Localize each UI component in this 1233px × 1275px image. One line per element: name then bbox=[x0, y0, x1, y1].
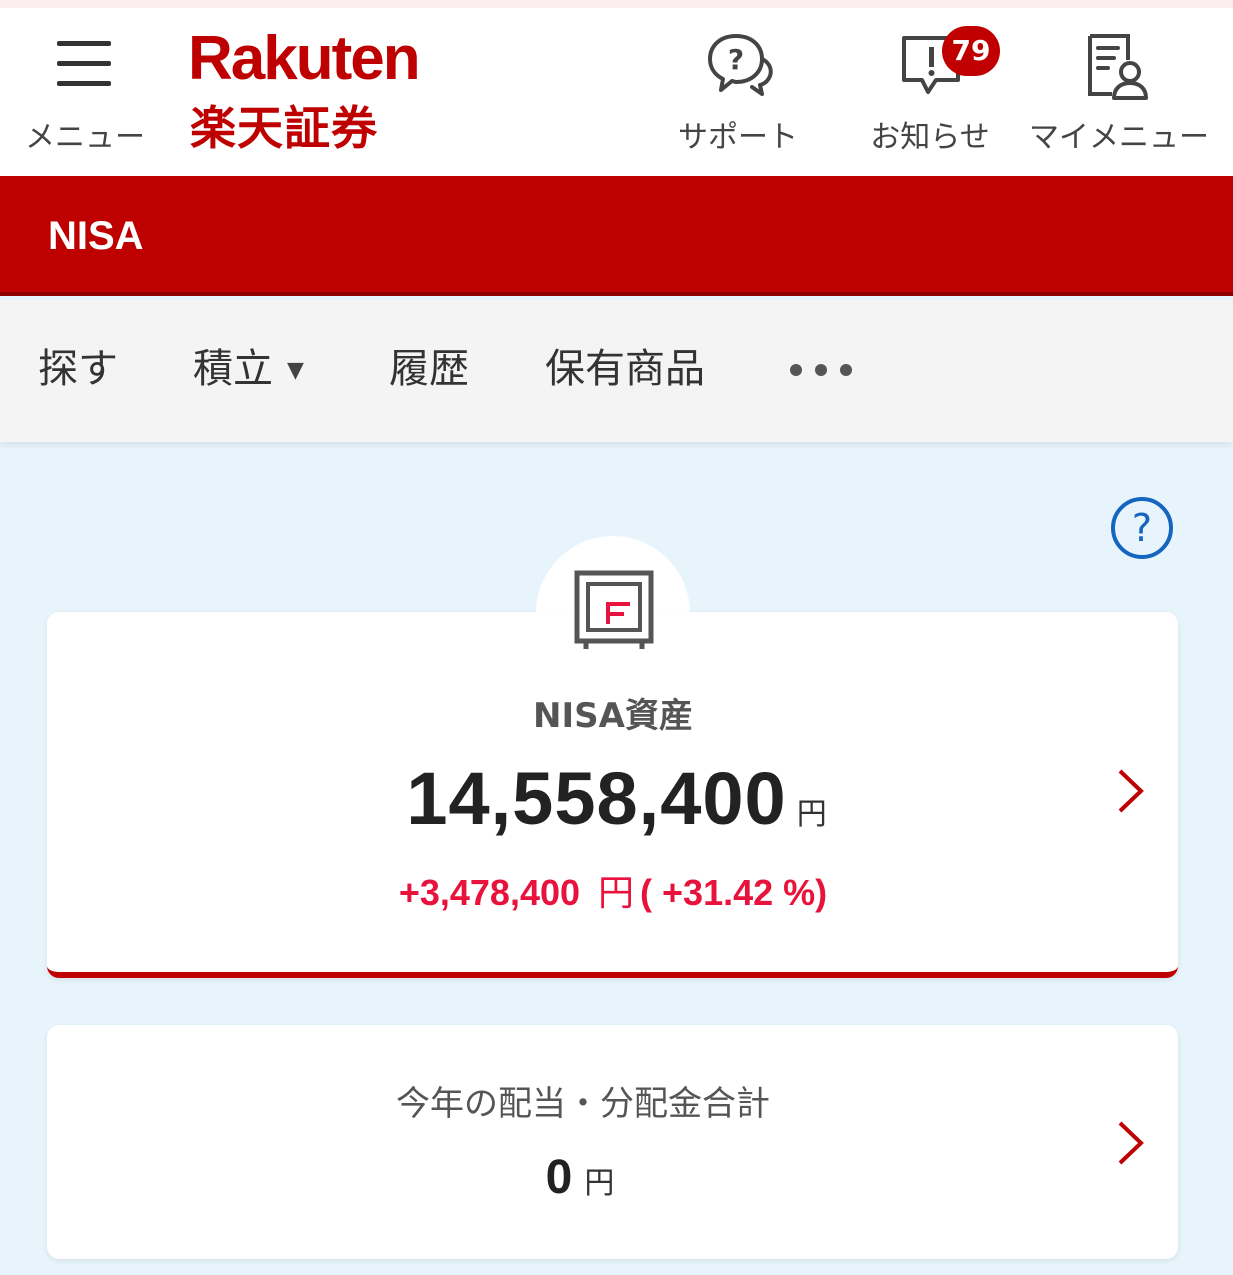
menu-button[interactable]: メニュー bbox=[20, 8, 150, 176]
tab-tsumitate[interactable]: 積立 ▼ bbox=[193, 344, 304, 396]
logo-text-jp: 楽天証券 bbox=[190, 101, 378, 155]
section-header-bar: NISA bbox=[0, 176, 1233, 296]
support-button[interactable]: ? サポート bbox=[670, 8, 806, 176]
logo-text-en: Rakuten bbox=[188, 24, 421, 93]
svg-text:?: ? bbox=[1132, 506, 1152, 550]
chevron-right-icon[interactable] bbox=[1116, 1120, 1146, 1166]
top-accent-strip bbox=[0, 0, 1233, 8]
asset-unit: 円 bbox=[796, 797, 827, 832]
dividend-unit: 円 bbox=[584, 1166, 615, 1201]
tab-history-label: 履歴 bbox=[389, 346, 469, 392]
help-icon[interactable]: ? bbox=[1110, 496, 1174, 560]
section-title: NISA bbox=[48, 214, 144, 258]
gain-unit: 円 bbox=[598, 872, 635, 913]
rakuten-securities-logo[interactable]: Rakuten 楽天証券 bbox=[188, 24, 428, 164]
asset-value-row: 14,558,400 円 bbox=[0, 756, 1233, 841]
nisa-asset-value: 14,558,400 bbox=[406, 757, 787, 840]
more-menu-icon[interactable] bbox=[780, 340, 864, 400]
nisa-tab-bar: 探す 積立 ▼ 履歴 保有商品 bbox=[0, 300, 1233, 442]
gain-amount: +3,478,400 bbox=[398, 872, 581, 913]
asset-gain-row: +3,478,400 円( +31.42 %) bbox=[0, 864, 1226, 916]
dividend-card[interactable] bbox=[47, 1025, 1178, 1259]
notice-label: お知らせ bbox=[870, 120, 990, 155]
mymenu-button[interactable]: マイメニュー bbox=[1026, 8, 1212, 176]
support-label: サポート bbox=[678, 120, 798, 155]
support-chat-icon: ? bbox=[708, 34, 773, 96]
dividend-value: 0 bbox=[545, 1151, 573, 1204]
dividend-card-title: 今年の配当・分配金合計 bbox=[396, 1084, 770, 1124]
hamburger-icon bbox=[57, 41, 113, 89]
safe-icon bbox=[574, 570, 654, 649]
tab-search-label: 探す bbox=[38, 346, 118, 392]
my-menu-user-icon bbox=[1088, 34, 1148, 100]
app-header: メニュー Rakuten 楽天証券 ? サポート お知らせ 79 マイメニュー bbox=[0, 8, 1233, 176]
notification-count-badge: 79 bbox=[942, 26, 1000, 76]
asset-card-title: NISA資産 bbox=[533, 696, 693, 736]
menu-label: メニュー bbox=[25, 120, 145, 155]
dividend-value-row: 0円 bbox=[0, 1150, 1160, 1205]
gain-percent: ( +31.42 %) bbox=[640, 872, 828, 913]
tab-search[interactable]: 探す bbox=[38, 344, 118, 394]
dropdown-arrow-icon: ▼ bbox=[287, 358, 304, 383]
mymenu-label: マイメニュー bbox=[1029, 120, 1209, 155]
tab-holdings[interactable]: 保有商品 bbox=[545, 344, 705, 394]
chevron-right-icon[interactable] bbox=[1116, 768, 1146, 814]
tab-history[interactable]: 履歴 bbox=[389, 344, 469, 394]
tab-tsumitate-label: 積立 bbox=[193, 346, 273, 392]
tab-holdings-label: 保有商品 bbox=[545, 346, 705, 392]
svg-text:?: ? bbox=[728, 43, 744, 76]
